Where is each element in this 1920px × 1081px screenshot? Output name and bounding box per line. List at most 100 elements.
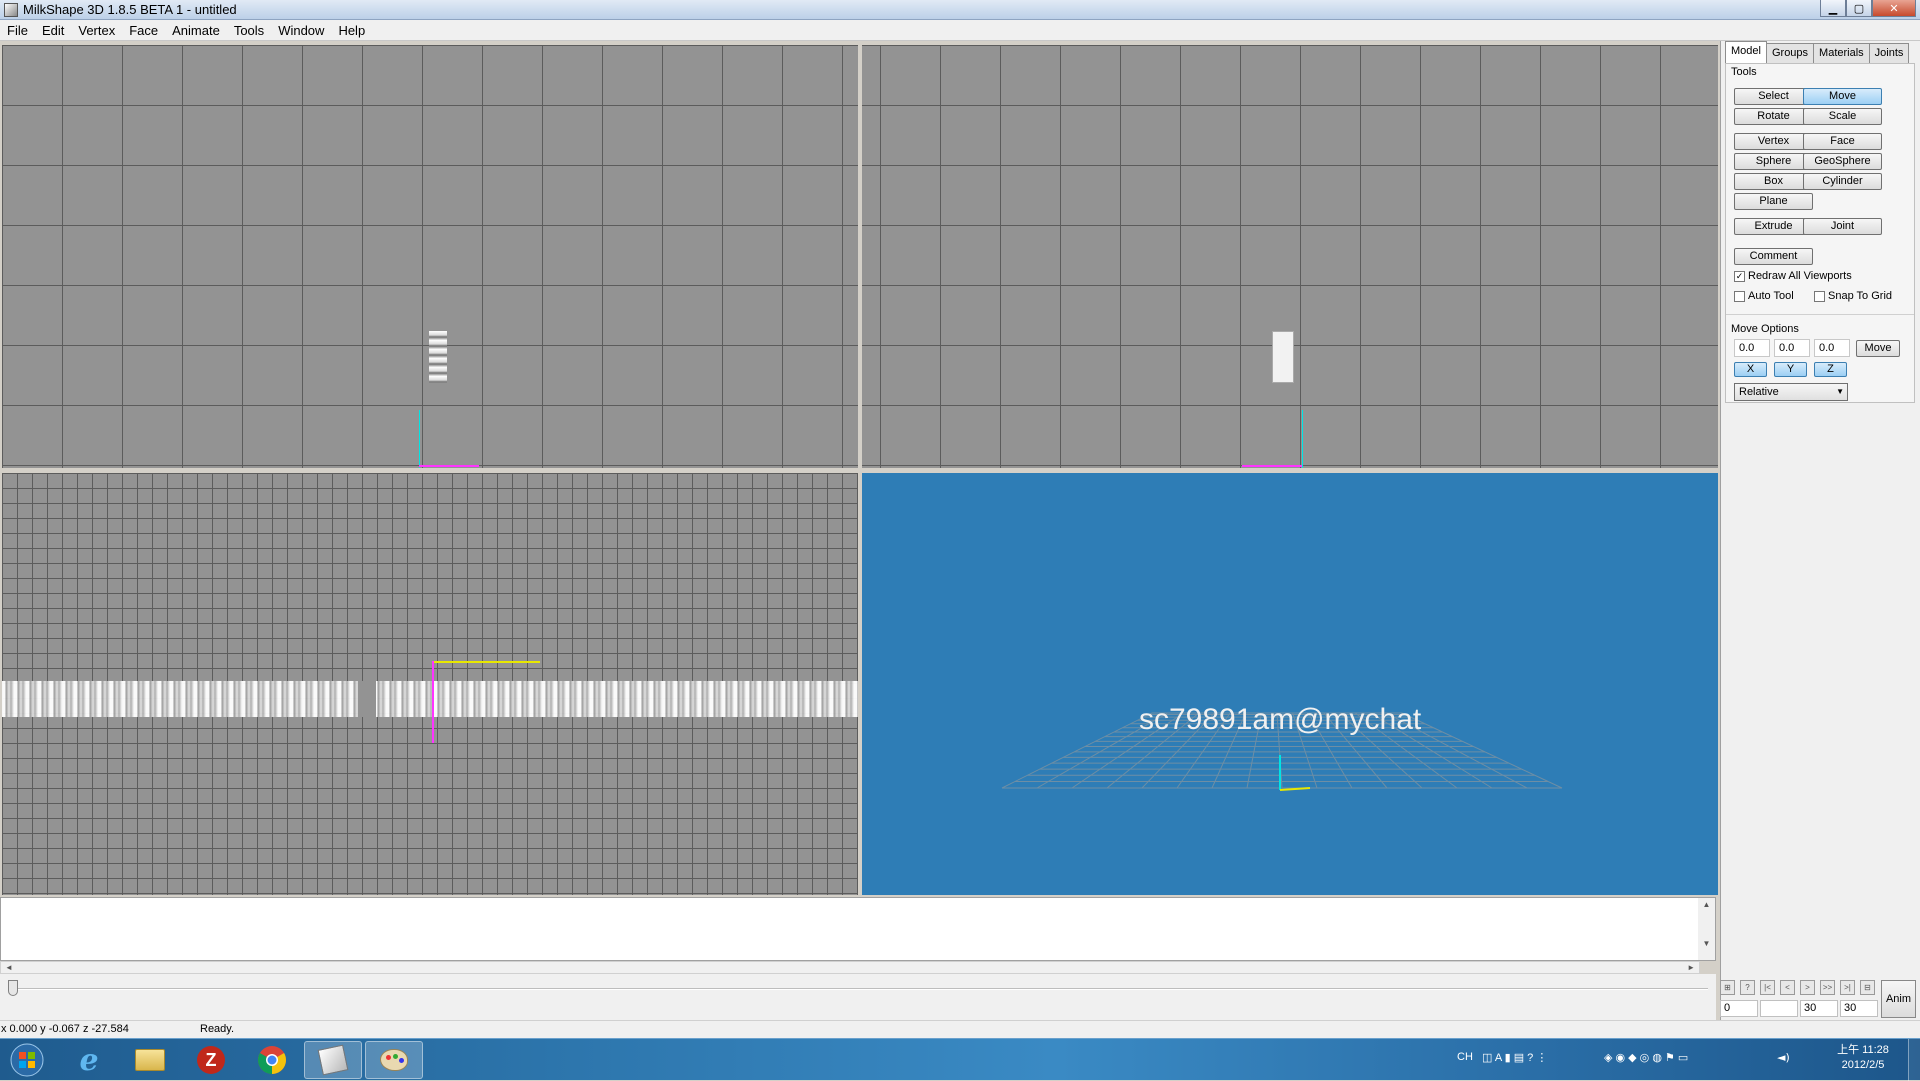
viewport-top-left[interactable] xyxy=(2,45,858,468)
comment-button[interactable]: Comment xyxy=(1734,248,1813,265)
scroll-right-icon[interactable]: ► xyxy=(1687,963,1695,972)
menu-face[interactable]: Face xyxy=(122,23,165,38)
face-button[interactable]: Face xyxy=(1803,133,1882,150)
move-mode-value: Relative xyxy=(1739,386,1779,398)
last-frame-icon[interactable]: >| xyxy=(1840,980,1855,995)
tab-model[interactable]: Model xyxy=(1725,41,1767,63)
model-gap xyxy=(358,681,376,717)
axis-z-toggle[interactable]: Z xyxy=(1814,362,1847,377)
scroll-left-icon[interactable]: ◄ xyxy=(5,963,13,972)
model-object xyxy=(429,331,447,383)
timeline-track[interactable] xyxy=(8,988,1708,990)
perspective-grid xyxy=(1001,712,1563,791)
taskbar-chrome[interactable] xyxy=(243,1041,301,1079)
plane-button[interactable]: Plane xyxy=(1734,193,1813,210)
tab-materials[interactable]: Materials xyxy=(1813,43,1870,63)
tray-clock[interactable]: 上午 11:28 2012/2/5 xyxy=(1828,1043,1898,1073)
start-button[interactable] xyxy=(0,1041,54,1079)
move-y-input[interactable] xyxy=(1774,339,1810,357)
taskbar-paint[interactable] xyxy=(365,1041,423,1079)
viewport-splitter-horizontal[interactable] xyxy=(0,468,1720,473)
viewport-3d[interactable]: sc79891am@mychat xyxy=(862,473,1718,895)
prev-frame-icon[interactable]: < xyxy=(1780,980,1795,995)
volume-icon[interactable]: ◄) xyxy=(1777,1051,1790,1064)
auto-tool-checkbox[interactable]: Auto Tool xyxy=(1734,290,1794,302)
minimize-button[interactable]: ▁ xyxy=(1820,0,1846,17)
scroll-up-icon[interactable]: ▲ xyxy=(1698,900,1715,909)
menu-help[interactable]: Help xyxy=(331,23,372,38)
tab-joints[interactable]: Joints xyxy=(1868,43,1910,63)
select-button[interactable]: Select xyxy=(1734,88,1813,105)
move-mode-select[interactable]: Relative ▼ xyxy=(1734,383,1848,401)
frame-blank-field[interactable] xyxy=(1760,1000,1798,1017)
viewport-bottom-left[interactable] xyxy=(2,473,858,895)
checkbox-unchecked-icon xyxy=(1814,290,1825,302)
taskbar-internet-explorer[interactable]: e xyxy=(60,1041,118,1079)
show-desktop-button[interactable] xyxy=(1908,1039,1920,1081)
menu-tools[interactable]: Tools xyxy=(227,23,271,38)
cursor-coordinates: x 0.000 y -0.067 z -27.584 xyxy=(1,1023,129,1035)
tools-group-label: Tools xyxy=(1731,66,1757,78)
timeline-slider-thumb[interactable] xyxy=(8,980,18,996)
rotate-button[interactable]: Rotate xyxy=(1734,108,1813,125)
snap-to-grid-label: Snap To Grid xyxy=(1828,290,1893,302)
maximize-button[interactable]: ▢ xyxy=(1846,0,1872,17)
message-console[interactable]: ▲ ▼ xyxy=(0,897,1716,961)
start-frame-field[interactable]: 30 xyxy=(1800,1000,1838,1017)
menu-animate[interactable]: Animate xyxy=(165,23,227,38)
scale-button[interactable]: Scale xyxy=(1803,108,1882,125)
anim-help-icon[interactable]: ? xyxy=(1740,980,1755,995)
scroll-down-icon[interactable]: ▼ xyxy=(1698,939,1715,948)
move-x-input[interactable] xyxy=(1734,339,1770,357)
taskbar-filezilla[interactable]: Z xyxy=(182,1041,240,1079)
horizontal-scrollbar[interactable]: ◄ ► xyxy=(0,961,1700,974)
windows-orb-icon xyxy=(10,1043,44,1077)
anim-mode-button[interactable]: Anim xyxy=(1881,980,1916,1018)
play-icon[interactable]: >> xyxy=(1820,980,1835,995)
panel-tabs: Model Groups Materials Joints xyxy=(1725,41,1910,63)
axis-y-toggle[interactable]: Y xyxy=(1774,362,1807,377)
menu-window[interactable]: Window xyxy=(271,23,331,38)
snap-to-grid-checkbox[interactable]: Snap To Grid xyxy=(1814,290,1892,302)
close-button[interactable]: ✕ xyxy=(1872,0,1916,17)
current-frame-field[interactable]: 0 xyxy=(1720,1000,1758,1017)
viewport-overlay-text: sc79891am@mychat xyxy=(1139,703,1422,736)
checkbox-unchecked-icon xyxy=(1734,290,1745,302)
taskbar-file-explorer[interactable] xyxy=(121,1041,179,1079)
move-z-input[interactable] xyxy=(1814,339,1850,357)
next-frame-icon[interactable]: > xyxy=(1800,980,1815,995)
cylinder-button[interactable]: Cylinder xyxy=(1803,173,1882,190)
move-button[interactable]: Move xyxy=(1803,88,1882,105)
taskbar-milkshape[interactable] xyxy=(304,1041,362,1079)
end-frame-field[interactable]: 30 xyxy=(1840,1000,1878,1017)
menu-edit[interactable]: Edit xyxy=(35,23,71,38)
menu-vertex[interactable]: Vertex xyxy=(71,23,122,38)
status-message: Ready. xyxy=(200,1023,235,1035)
console-scrollbar[interactable]: ▲ ▼ xyxy=(1698,898,1715,960)
geosphere-button[interactable]: GeoSphere xyxy=(1803,153,1882,170)
move-options-label: Move Options xyxy=(1731,323,1799,335)
anim-options-icon[interactable]: ⊞ xyxy=(1720,980,1735,995)
box-button[interactable]: Box xyxy=(1734,173,1813,190)
title-bar: MilkShape 3D 1.8.5 BETA 1 - untitled ▁ ▢… xyxy=(0,0,1920,20)
paint-palette-icon xyxy=(380,1049,408,1071)
anim-settings-icon[interactable]: ⊟ xyxy=(1860,980,1875,995)
sphere-button[interactable]: Sphere xyxy=(1734,153,1813,170)
joint-button[interactable]: Joint xyxy=(1803,218,1882,235)
checkbox-checked-icon: ✓ xyxy=(1734,270,1745,282)
tray-ime-icon[interactable]: ◫ A ▮ ▤ ? ⋮ xyxy=(1482,1051,1547,1064)
vertex-button[interactable]: Vertex xyxy=(1734,133,1813,150)
menu-file[interactable]: File xyxy=(0,23,35,38)
tray-app-icons[interactable]: ◈ ◉ ◆ ◎ ◍ ⚑ ▭ xyxy=(1604,1051,1688,1064)
auto-tool-label: Auto Tool xyxy=(1748,290,1794,302)
first-frame-icon[interactable]: |< xyxy=(1760,980,1775,995)
milkshape-icon xyxy=(317,1044,349,1076)
axis-x-toggle[interactable]: X xyxy=(1734,362,1767,377)
animation-timeline[interactable] xyxy=(0,974,1716,1020)
tab-groups[interactable]: Groups xyxy=(1765,43,1815,63)
redraw-all-viewports-checkbox[interactable]: ✓ Redraw All Viewports xyxy=(1734,270,1852,282)
tray-language[interactable]: CH xyxy=(1457,1051,1473,1063)
apply-move-button[interactable]: Move xyxy=(1856,340,1900,357)
extrude-button[interactable]: Extrude xyxy=(1734,218,1813,235)
viewport-top-right[interactable] xyxy=(862,45,1718,468)
